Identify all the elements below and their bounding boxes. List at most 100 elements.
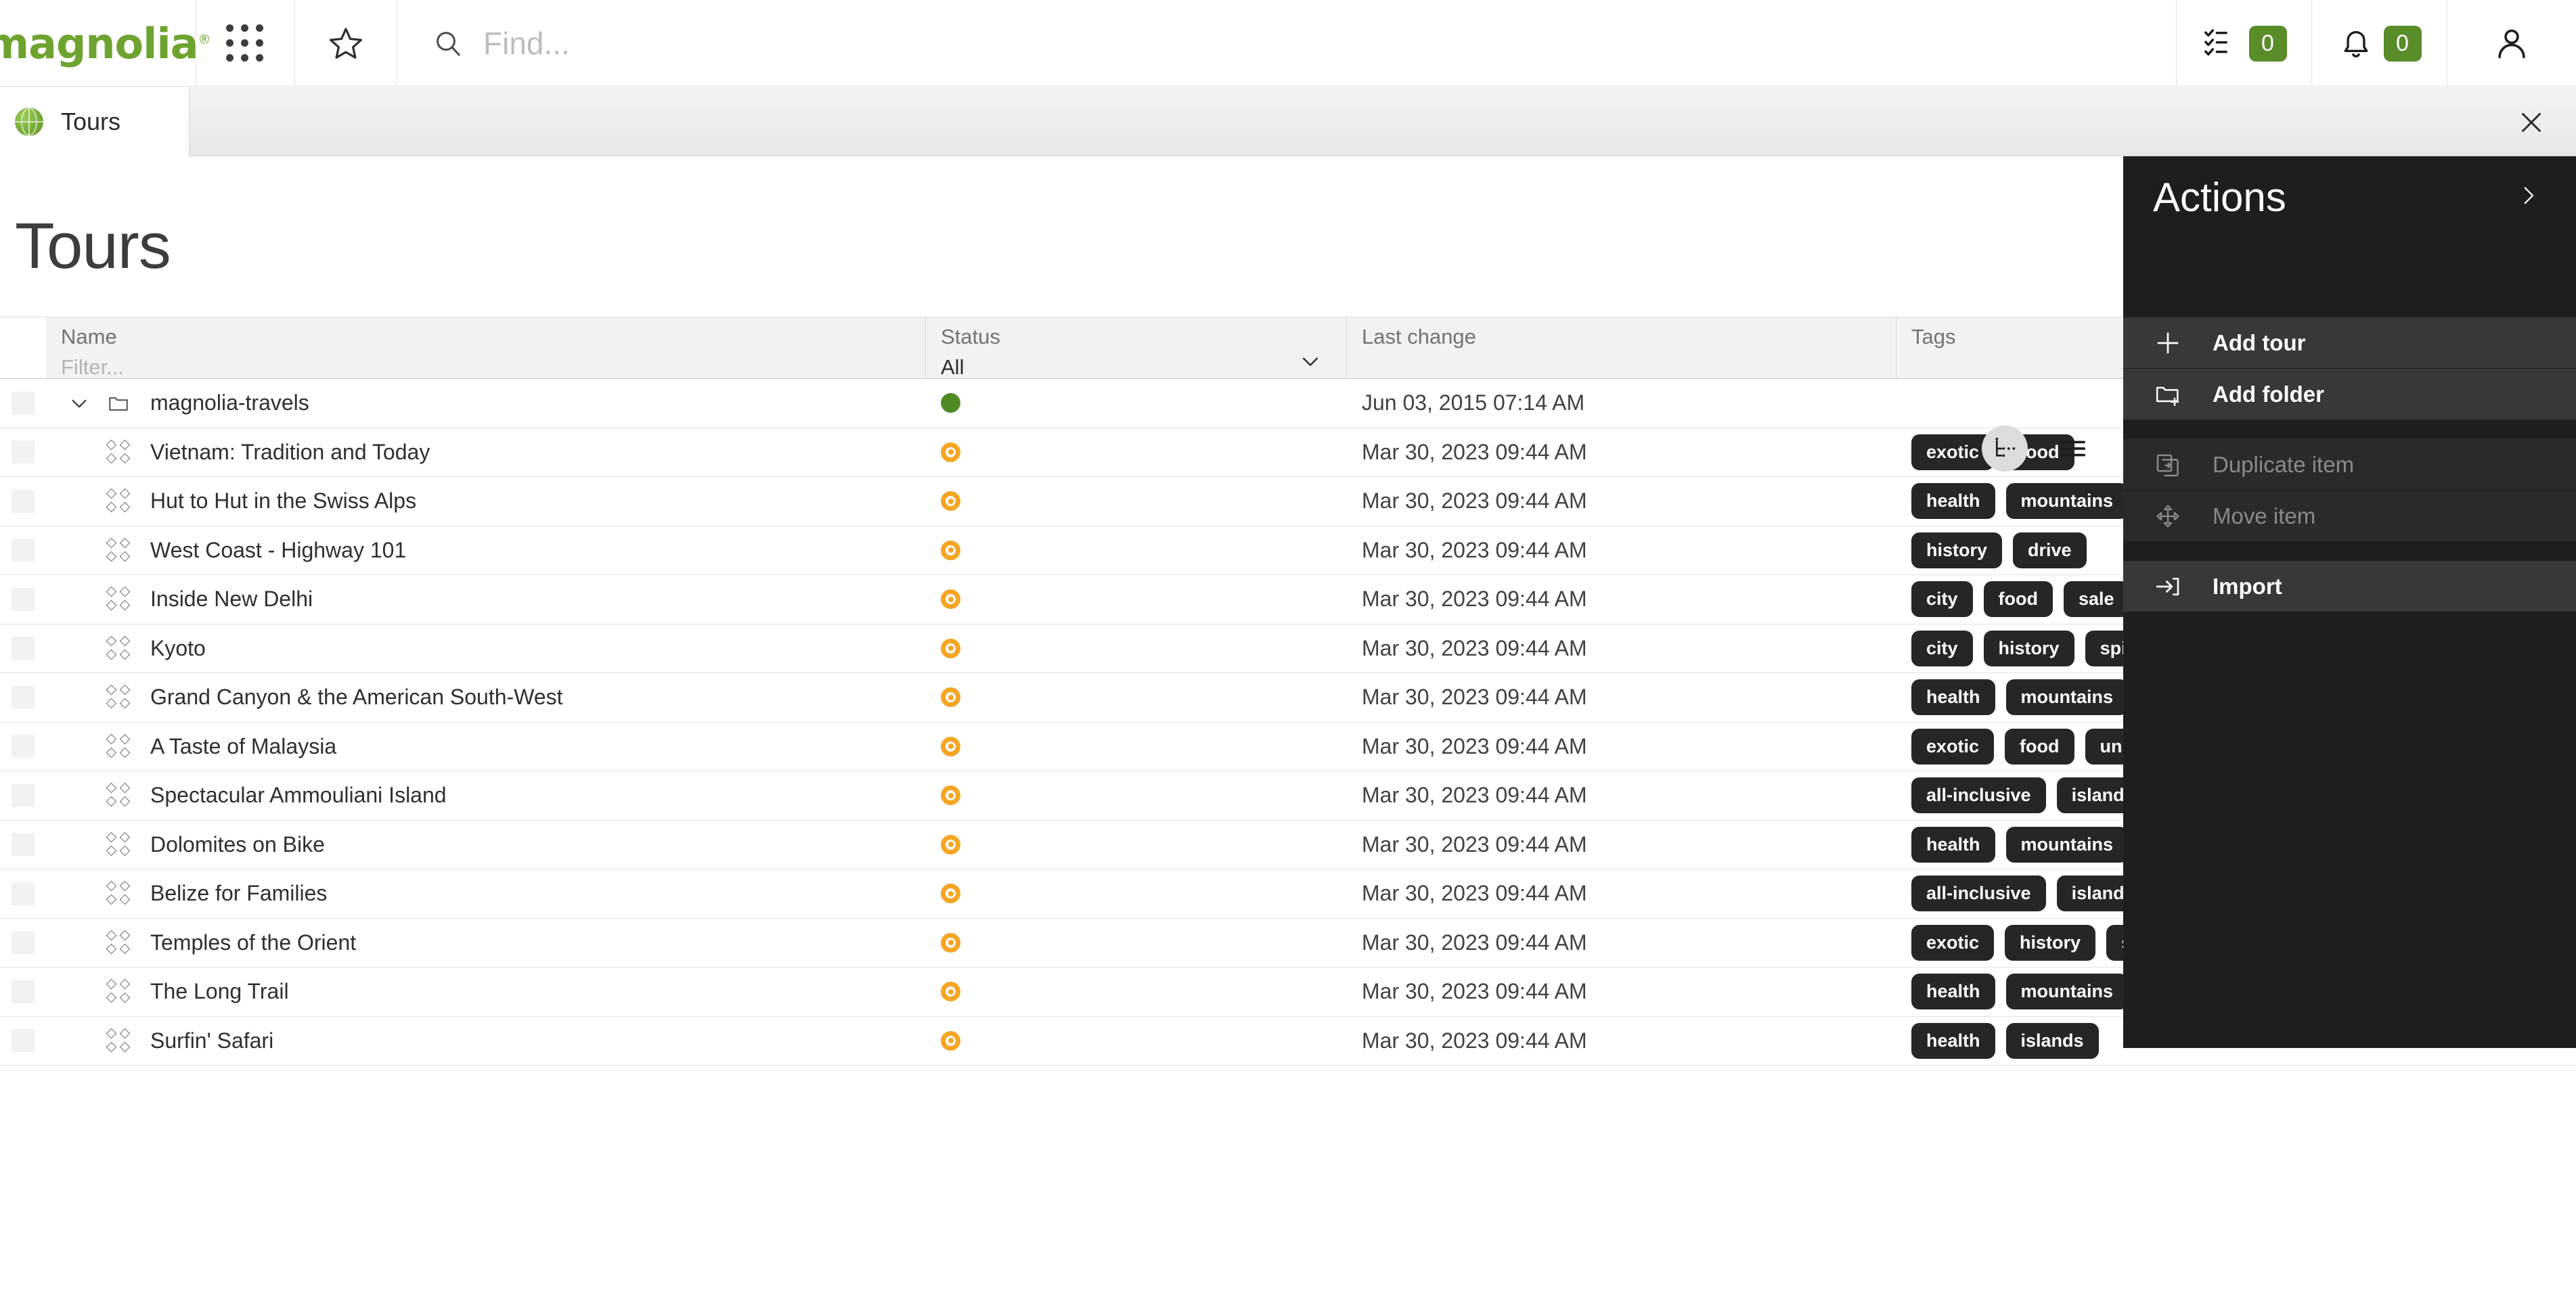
tag-pill: health [1911,679,1995,716]
row-checkbox[interactable] [12,440,35,464]
user-avatar-icon [2498,29,2525,59]
row-name-label: Spectacular Ammouliani Island [150,783,447,808]
chevron-right-icon[interactable] [2510,177,2546,217]
row-name-cell: Inside New Delhi [46,575,926,624]
status-modified-icon [941,932,960,953]
apps-grid-icon[interactable] [196,0,295,87]
row-checkbox[interactable] [12,587,35,611]
status-filter-select[interactable]: All [941,355,1346,380]
row-name-cell: Surfin' Safari [46,1017,926,1066]
tab-label: Tours [61,108,121,135]
tag-pill: all-inclusive [1911,777,2046,814]
row-last-change-label: Mar 30, 2023 09:44 AM [1362,1028,1587,1053]
search-input[interactable]: Find... [483,25,570,62]
row-name-label: Grand Canyon & the American South-West [150,685,563,710]
row-name-label: Vietnam: Tradition and Today [150,439,430,464]
close-icon[interactable] [2516,108,2546,137]
user-avatar-button[interactable] [2447,0,2576,87]
row-last-change-label: Mar 30, 2023 09:44 AM [1362,635,1587,660]
row-last-change-label: Mar 30, 2023 09:44 AM [1362,832,1587,857]
tag-pill: city [1911,581,1973,618]
star-icon[interactable] [295,0,397,87]
row-checkbox[interactable] [12,539,35,562]
row-checkbox-cell [0,526,46,575]
row-checkbox[interactable] [12,391,35,415]
row-checkbox[interactable] [12,833,35,857]
row-checkbox[interactable] [12,882,35,905]
row-status-cell [926,821,1347,869]
status-modified-icon [941,786,960,806]
tag-pill: mountains [2005,679,2129,716]
table-bottom-spacer [0,1204,2576,1297]
tag-pill: health [1911,974,1995,1010]
item-diamonds-icon [97,537,139,562]
tag-pill: history [1911,532,2003,568]
folder-plus-icon [2153,380,2183,409]
chevron-down-icon[interactable] [1299,350,1322,376]
tag-pill: mountains [2005,483,2129,520]
name-filter-input[interactable]: Filter... [61,355,925,380]
tab-bar: Tours [0,87,2576,156]
row-checkbox-cell [0,723,46,771]
row-checkbox[interactable] [12,783,35,807]
magnolia-logo[interactable]: magnolia® [0,0,210,87]
plus-icon [2153,328,2183,358]
row-name-cell: magnolia-travels [46,379,926,428]
row-status-cell [926,723,1347,771]
row-last-change-label: Mar 30, 2023 09:44 AM [1362,587,1587,612]
row-checkbox-cell [0,771,46,820]
action-add-tour[interactable]: Add tour [2123,317,2576,369]
tab-tours[interactable]: Tours [0,87,190,156]
row-name-label: magnolia-travels [150,390,309,415]
row-name-cell: Hut to Hut in the Swiss Alps [46,477,926,526]
row-checkbox[interactable] [12,735,35,758]
page-title: Tours [15,210,171,282]
column-header-status: Status All [926,317,1347,380]
row-checkbox[interactable] [12,685,35,709]
row-checkbox-cell [0,428,46,477]
row-last-change-cell: Mar 30, 2023 09:44 AM [1347,869,1896,918]
row-checkbox[interactable] [12,637,35,660]
view-toggle-group [1982,426,2095,472]
action-move-item: Move item [2123,491,2576,542]
row-last-change-label: Mar 30, 2023 09:44 AM [1362,537,1587,562]
tag-pill: islands [2005,1022,2099,1059]
status-modified-icon [941,638,960,658]
item-diamonds-icon [97,684,139,709]
row-name-cell: Kyoto [46,624,926,673]
column-header-name: Name Filter... [46,317,926,380]
item-diamonds-icon [97,930,139,955]
move-arrows-icon [2153,501,2183,531]
row-last-change-cell: Mar 30, 2023 09:44 AM [1347,771,1896,820]
row-checkbox[interactable] [12,489,35,513]
item-diamonds-icon [97,488,139,513]
row-checkbox[interactable] [12,1029,35,1053]
notifications-badge: 0 [2383,25,2422,62]
row-name-label: Hut to Hut in the Swiss Alps [150,488,417,514]
row-last-change-label: Mar 30, 2023 09:44 AM [1362,930,1587,955]
action-import[interactable]: Import [2123,561,2576,612]
notifications-button[interactable]: 0 [2312,0,2447,87]
list-view-icon[interactable] [2049,426,2095,472]
row-checkbox[interactable] [12,980,35,1003]
action-label: Duplicate item [2213,451,2355,477]
tasks-button[interactable]: 0 [2177,0,2312,87]
row-last-change-label: Mar 30, 2023 09:44 AM [1362,979,1587,1004]
row-name-label: West Coast - Highway 101 [150,537,407,562]
row-checkbox[interactable] [12,931,35,955]
row-checkbox-cell [0,575,46,624]
row-name-cell: A Taste of Malaysia [46,723,926,771]
row-expander-chevron-down-icon[interactable] [61,392,97,414]
search-bar[interactable]: Find... [397,0,2177,86]
row-status-cell [926,968,1347,1016]
row-name-cell: Grand Canyon & the American South-West [46,673,926,722]
status-modified-icon [941,687,960,708]
tree-view-icon[interactable] [1982,426,2028,472]
tag-pill: history [2005,924,2096,961]
row-last-change-cell: Mar 30, 2023 09:44 AM [1347,477,1896,526]
row-status-cell [926,919,1347,968]
row-last-change-label: Mar 30, 2023 09:44 AM [1362,881,1587,906]
action-add-folder[interactable]: Add folder [2123,369,2576,420]
row-name-cell: Temples of the Orient [46,919,926,968]
row-last-change-cell: Mar 30, 2023 09:44 AM [1347,575,1896,624]
